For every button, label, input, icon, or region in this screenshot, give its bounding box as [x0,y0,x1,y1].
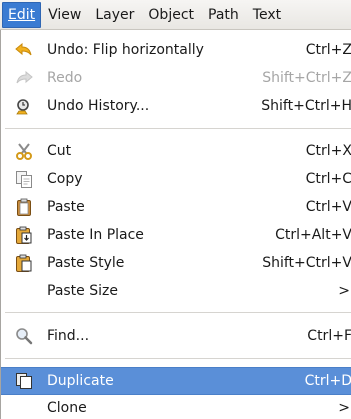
menubar-path-label: Path [208,6,239,23]
menu-item-label: Paste Size [47,283,118,299]
menu-item-paste-in-place[interactable]: Paste In Place Ctrl+Alt+V [1,221,351,249]
cut-icon [15,142,33,160]
menu-item-paste-style[interactable]: Paste Style Shift+Ctrl+V [1,249,351,277]
paste-style-icon [15,254,33,272]
menu-item-duplicate[interactable]: Duplicate Ctrl+D [1,367,351,395]
menu-item-accel: Ctrl+V [305,199,351,215]
menu-item-accel: Ctrl+Z [305,42,351,58]
menu-item-label: Redo [47,70,83,86]
duplicate-icon [15,372,33,390]
menu-item-label: Duplicate [47,373,114,389]
menubar: Edit View Layer Object Path Text [0,0,351,30]
find-icon [15,327,33,345]
menu-separator [5,128,351,129]
menu-item-label-text: Paste In Place [47,227,144,243]
menubar-view[interactable]: View [41,2,88,28]
menu-item-label: Undo: Flip horizontally [47,42,204,58]
menu-item-label: Undo History... [47,98,150,114]
menu-item-undo[interactable]: Undo: Flip horizontally Ctrl+Z [1,36,351,64]
menu-item-undo-history[interactable]: Undo History... Shift+Ctrl+H [1,92,351,120]
menu-item-label: Clone [47,400,87,416]
menubar-object-label: Object [148,6,195,23]
menubar-path[interactable]: Path [201,2,246,28]
menu-item-accel: Ctrl+F [307,328,351,344]
menu-item-paste[interactable]: Paste Ctrl+V [1,193,351,221]
menu-item-accel: Shift+Ctrl+H [261,98,351,114]
menu-item-accel: Shift+Ctrl+Z [262,70,351,86]
menubar-layer-label: Layer [95,6,135,23]
edit-menu: Undo: Flip horizontally Ctrl+Z Redo Shif… [0,30,351,419]
menu-item-accel: Ctrl+X [305,143,351,159]
redo-icon [15,69,33,87]
paste-in-place-icon [15,226,33,244]
menubar-view-label: View [48,6,82,23]
undo-history-icon [15,97,33,115]
menu-item-redo[interactable]: Redo Shift+Ctrl+Z [1,64,351,92]
menu-item-clone[interactable]: Clone > [1,394,351,419]
menubar-edit[interactable]: Edit [2,1,42,28]
menubar-layer[interactable]: Layer [88,2,141,28]
undo-icon [15,41,33,59]
menu-item-accel: Shift+Ctrl+V [262,255,351,271]
menubar-text[interactable]: Text [246,2,288,28]
copy-icon [15,170,33,188]
menubar-text-label: Text [252,6,282,23]
submenu-arrow-icon: > [338,283,350,299]
menu-item-label: Cut [47,143,72,159]
menu-item-paste-size[interactable]: Paste Size > [1,277,351,305]
menu-item-label: Paste [47,199,85,215]
menu-item-accel: Ctrl+D [304,373,351,389]
menu-item-cut[interactable]: Cut Ctrl+X [1,137,351,165]
menubar-object[interactable]: Object [141,2,201,28]
menu-item-accel: Ctrl+Alt+V [275,227,351,243]
submenu-arrow-icon: > [338,400,350,416]
menu-item-label: Paste Style [47,255,125,271]
menu-item-label: Paste In Place [47,227,144,243]
menu-separator [5,312,351,313]
menu-item-accel: Ctrl+C [305,171,351,187]
menu-item-find[interactable]: Find... Ctrl+F [1,322,351,350]
menu-item-copy[interactable]: Copy Ctrl+C [1,165,351,193]
paste-icon [15,198,33,216]
menu-item-label: Find... [47,328,90,344]
menu-item-label: Copy [47,171,83,187]
menu-separator [5,358,351,359]
menubar-edit-label: Edit [8,6,36,23]
